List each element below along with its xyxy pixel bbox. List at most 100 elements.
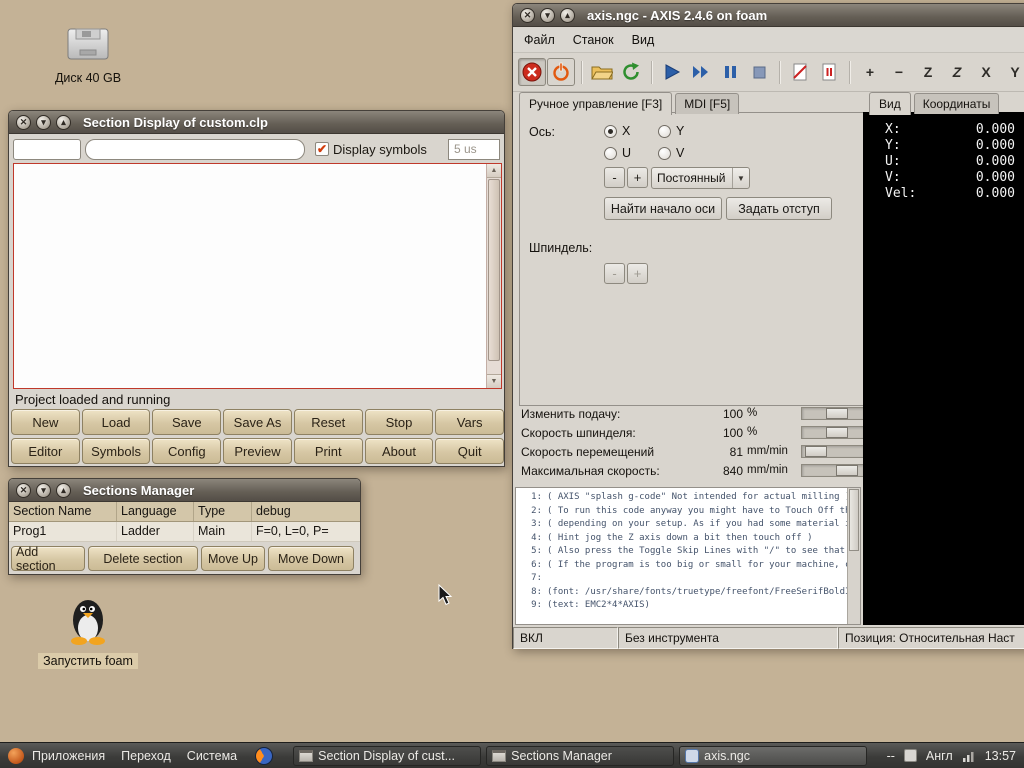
add-section-button[interactable]: Add section [11, 545, 85, 573]
move-down-button[interactable]: Move Down [268, 546, 354, 571]
gcode-line[interactable]: 3: ( depending on your setup. As if you h… [518, 518, 860, 532]
vars-button[interactable]: Vars [435, 409, 505, 435]
scroll-down-icon[interactable]: ▼ [487, 374, 501, 388]
network-icon[interactable] [962, 749, 976, 763]
axis-v-radio[interactable] [658, 147, 671, 160]
taskbar-item-axis[interactable]: axis.ngc [679, 745, 868, 766]
tab-preview[interactable]: Вид [869, 92, 911, 115]
close-icon[interactable]: ✕ [16, 114, 31, 130]
maximize-icon[interactable]: ▴ [56, 114, 71, 130]
keyboard-layout-indicator[interactable]: Англ [926, 749, 953, 763]
spindle-override-slider[interactable] [801, 426, 864, 439]
editor-button[interactable]: Editor [11, 438, 80, 464]
sections-manager-titlebar[interactable]: ✕ ▾ ▴ Sections Manager [9, 479, 360, 502]
vertical-scrollbar[interactable]: ▲ ▼ [486, 164, 501, 388]
quit-button[interactable]: Quit [435, 438, 505, 464]
zoom-in-button[interactable]: + [856, 58, 884, 86]
run-button[interactable] [658, 58, 686, 86]
toggle-skip-lines-button[interactable] [786, 58, 814, 86]
feed-override-slider[interactable] [801, 407, 864, 420]
refresh-period-value[interactable]: 5 us [448, 138, 500, 160]
display-symbols-checkbox[interactable]: ✔ [315, 142, 329, 156]
gcode-scrollbar[interactable] [847, 488, 860, 624]
view-z-button[interactable]: Z [914, 58, 942, 86]
tray-icon[interactable] [903, 749, 917, 762]
section-display-area[interactable]: ▲ ▼ [13, 163, 502, 389]
reload-button[interactable] [617, 58, 645, 86]
spindle-minus-button[interactable]: - [604, 263, 625, 284]
view-x-button[interactable]: X [972, 58, 1000, 86]
taskbar-item-sections-manager[interactable]: Sections Manager [486, 745, 675, 766]
slider-thumb[interactable] [826, 408, 848, 419]
filter-input[interactable] [85, 138, 305, 160]
save-button[interactable]: Save [152, 409, 222, 435]
pause-button[interactable] [716, 58, 744, 86]
config-button[interactable]: Config [152, 438, 222, 464]
desktop-icon-launcher[interactable]: Запустить foam [32, 594, 144, 670]
scroll-up-icon[interactable]: ▲ [487, 164, 501, 178]
system-menu[interactable]: Система [179, 749, 245, 763]
jog-mode-select[interactable]: Постоянный ▼ [651, 167, 750, 189]
about-button[interactable]: About [364, 438, 434, 464]
touch-off-button[interactable]: Задать отступ [726, 197, 832, 220]
axis-titlebar[interactable]: ✕ ▾ ▴ axis.ngc - AXIS 2.4.6 on foam [513, 4, 1024, 27]
scrollbar-thumb[interactable] [488, 179, 500, 361]
taskbar-item-section-display[interactable]: Section Display of cust... [293, 745, 482, 766]
gcode-line[interactable]: 5: ( Also press the Toggle Skip Lines wit… [518, 545, 860, 559]
gcode-line[interactable]: 9: (text: EMC2*4*AXIS) [518, 599, 860, 613]
minimize-icon[interactable]: ▾ [540, 7, 555, 23]
gcode-line[interactable]: 6: ( If the program is too big or small f… [518, 559, 860, 573]
home-axis-button[interactable]: Найти начало оси [604, 197, 722, 220]
column-header[interactable]: debug [252, 502, 360, 521]
close-icon[interactable]: ✕ [520, 7, 535, 23]
clock[interactable]: 13:57 [985, 749, 1016, 763]
save-as-button[interactable]: Save As [223, 409, 292, 435]
tab-manual-control[interactable]: Ручное управление [F3] [519, 92, 673, 115]
jog-minus-button[interactable]: - [604, 167, 625, 188]
column-header[interactable]: Section Name [9, 502, 117, 521]
gcode-line[interactable]: 4: ( Hint jog the Z axis down a bit then … [518, 532, 860, 546]
jog-speed-slider[interactable] [801, 445, 864, 458]
places-menu[interactable]: Переход [113, 749, 179, 763]
delete-section-button[interactable]: Delete section [88, 546, 198, 571]
slider-thumb[interactable] [805, 446, 827, 457]
scrollbar-thumb[interactable] [849, 489, 859, 551]
axis-u-radio[interactable] [604, 147, 617, 160]
stop-button[interactable] [745, 58, 773, 86]
max-velocity-slider[interactable] [801, 464, 864, 477]
maximize-icon[interactable]: ▴ [56, 482, 71, 498]
optional-stop-button[interactable] [815, 58, 843, 86]
maximize-icon[interactable]: ▴ [560, 7, 575, 23]
gcode-line[interactable]: 7: [518, 572, 860, 586]
tab-mdi[interactable]: MDI [F5] [675, 93, 740, 114]
jog-plus-button[interactable]: + [627, 167, 648, 188]
tab-dro[interactable]: Координаты [913, 93, 1000, 114]
slider-thumb[interactable] [826, 427, 848, 438]
preview-canvas[interactable]: X: 0.000 Y: 0.000 U: 0.000 V: 0.000 Vel: 0.00… [863, 112, 1024, 625]
open-file-button[interactable] [588, 58, 616, 86]
machine-menu[interactable]: Станок [564, 30, 623, 50]
slider-thumb[interactable] [836, 465, 858, 476]
zoom-out-button[interactable]: − [885, 58, 913, 86]
gcode-line[interactable]: 2: ( To run this code anyway you might ha… [518, 505, 860, 519]
axis-x-radio[interactable] [604, 125, 617, 138]
view-z2-button[interactable]: Z [943, 58, 971, 86]
gcode-listing[interactable]: 1: ( AXIS "splash g-code" Not intended fo… [515, 487, 861, 625]
move-up-button[interactable]: Move Up [201, 546, 265, 571]
estop-button[interactable] [518, 58, 546, 86]
print-button[interactable]: Print [293, 438, 363, 464]
table-row[interactable]: Prog1 Ladder Main F=0, L=0, P= [9, 522, 360, 542]
desktop-icon-disk[interactable]: Диск 40 GB [40, 24, 136, 85]
column-header[interactable]: Type [194, 502, 252, 521]
file-menu[interactable]: Файл [515, 30, 564, 50]
applications-menu[interactable]: Приложения [24, 749, 113, 763]
stop-button[interactable]: Stop [364, 409, 434, 435]
symbols-button[interactable]: Symbols [81, 438, 151, 464]
watch-input[interactable] [13, 138, 81, 160]
load-button[interactable]: Load [81, 409, 151, 435]
new-button[interactable]: New [11, 409, 80, 435]
view-menu[interactable]: Вид [623, 30, 664, 50]
preview-button[interactable]: Preview [223, 438, 292, 464]
gcode-line[interactable]: 8: (font: /usr/share/fonts/truetype/freef… [518, 586, 860, 600]
gcode-line[interactable]: 1: ( AXIS "splash g-code" Not intended fo… [518, 491, 860, 505]
